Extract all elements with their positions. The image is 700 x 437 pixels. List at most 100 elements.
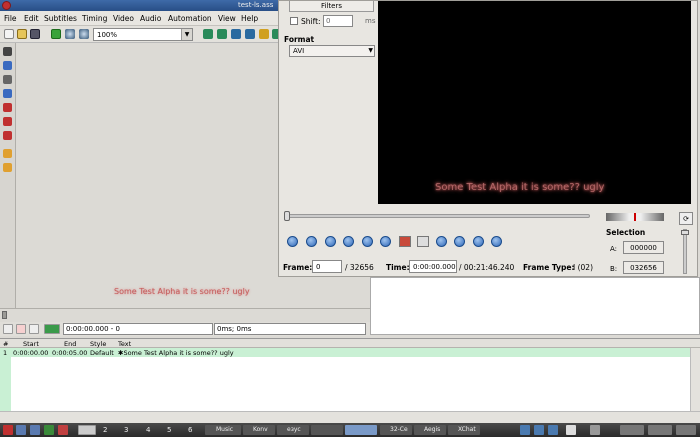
volume-meter[interactable] bbox=[606, 213, 664, 221]
task-aegis[interactable]: Aegis bbox=[414, 425, 446, 435]
nav-next-icon[interactable] bbox=[380, 236, 391, 247]
mark-a-icon[interactable] bbox=[399, 236, 411, 247]
task-4[interactable] bbox=[311, 425, 343, 435]
play-line-icon[interactable] bbox=[16, 324, 26, 334]
dialog-seek-knob[interactable] bbox=[284, 211, 290, 221]
workspace-3[interactable]: 3 bbox=[124, 426, 128, 434]
drag-tool-icon[interactable] bbox=[3, 61, 12, 70]
col-num[interactable]: # bbox=[3, 340, 8, 348]
autoscroll-icon[interactable] bbox=[44, 324, 60, 334]
snap-end-icon[interactable] bbox=[217, 29, 227, 39]
rotate-xy-icon[interactable] bbox=[3, 89, 12, 98]
menu-view[interactable]: View bbox=[218, 14, 236, 23]
format-select[interactable]: AVI ▼ bbox=[289, 45, 375, 57]
task-xchat[interactable]: XChat bbox=[448, 425, 480, 435]
selection-b-button[interactable]: 032656 bbox=[623, 261, 664, 274]
save-icon[interactable] bbox=[30, 29, 40, 39]
frame-input[interactable]: 0 bbox=[312, 260, 342, 273]
menu-automation[interactable]: Automation bbox=[168, 14, 212, 23]
seek-knob[interactable] bbox=[2, 311, 7, 319]
menu-file[interactable]: File bbox=[4, 14, 17, 23]
zoom-in-icon[interactable] bbox=[65, 29, 75, 39]
shift-checkbox[interactable] bbox=[290, 17, 298, 25]
task-3[interactable]: езус bbox=[277, 425, 309, 435]
grid-scrollbar[interactable] bbox=[690, 348, 700, 412]
tray-battery-icon[interactable] bbox=[548, 425, 558, 435]
menu-help[interactable]: Help bbox=[241, 14, 258, 23]
table-row[interactable]: 1 0:00:00.00 0:00:05.00 Default ✱Some Te… bbox=[0, 348, 690, 357]
styles-icon[interactable] bbox=[259, 29, 269, 39]
time-frame-field[interactable]: 0:00:00.000 - 0 bbox=[63, 323, 213, 335]
workspace-2[interactable]: 2 bbox=[103, 426, 107, 434]
open-folder-icon[interactable] bbox=[17, 29, 27, 39]
edit-box[interactable] bbox=[370, 277, 700, 335]
col-text[interactable]: Text bbox=[118, 340, 131, 348]
workspace-5[interactable]: 5 bbox=[167, 426, 171, 434]
nav-prev-key-icon[interactable] bbox=[306, 236, 317, 247]
task-konv[interactable]: Konv bbox=[243, 425, 275, 435]
tray-clock-icon[interactable] bbox=[566, 425, 576, 435]
menu-audio[interactable]: Audio bbox=[140, 14, 161, 23]
col-start[interactable]: Start bbox=[23, 340, 39, 348]
files-icon[interactable] bbox=[16, 425, 26, 435]
nav-first-icon[interactable] bbox=[287, 236, 298, 247]
snap-keyframe-icon[interactable] bbox=[245, 29, 255, 39]
scale-icon[interactable] bbox=[3, 103, 12, 112]
opera-icon[interactable] bbox=[58, 425, 68, 435]
tray-misc-icon[interactable] bbox=[590, 425, 600, 435]
standard-tool-icon[interactable] bbox=[3, 47, 12, 56]
nav-play-icon[interactable] bbox=[362, 236, 373, 247]
workspace-6[interactable]: 6 bbox=[188, 426, 192, 434]
terminal-icon[interactable] bbox=[30, 425, 40, 435]
video-display[interactable] bbox=[17, 43, 277, 308]
task-music[interactable]: Music bbox=[205, 425, 241, 435]
filters-button[interactable]: Filters bbox=[289, 1, 374, 12]
menu-subtitles[interactable]: Subtitles bbox=[44, 14, 77, 23]
vector-clip-icon[interactable] bbox=[3, 131, 12, 140]
tray-3[interactable] bbox=[676, 425, 696, 435]
menu-timing[interactable]: Timing bbox=[82, 14, 107, 23]
tray-2[interactable] bbox=[648, 425, 672, 435]
col-end[interactable]: End bbox=[64, 340, 76, 348]
stop-icon[interactable] bbox=[29, 324, 39, 334]
chevron-down-icon[interactable]: ▼ bbox=[181, 29, 192, 40]
nav-prev-icon[interactable] bbox=[325, 236, 336, 247]
zoom-vertical-slider[interactable] bbox=[681, 229, 689, 274]
offset-field[interactable]: 0ms; 0ms bbox=[214, 323, 366, 335]
jump-icon[interactable] bbox=[51, 29, 61, 39]
snap-scene-icon[interactable] bbox=[231, 29, 241, 39]
zoom-combo[interactable]: 100% ▼ bbox=[93, 28, 193, 41]
mark-b-icon[interactable] bbox=[417, 236, 429, 247]
menu-edit[interactable]: Edit bbox=[24, 14, 39, 23]
nav-last-icon[interactable] bbox=[491, 236, 502, 247]
zoom-slider-knob[interactable] bbox=[681, 230, 689, 235]
close-icon[interactable] bbox=[2, 1, 11, 10]
col-style[interactable]: Style bbox=[90, 340, 106, 348]
tray-1[interactable] bbox=[620, 425, 644, 435]
selection-a-button[interactable]: 000000 bbox=[623, 241, 664, 254]
snap-start-icon[interactable] bbox=[203, 29, 213, 39]
zoom-out-icon[interactable] bbox=[79, 29, 89, 39]
grid-horizontal-scrollbar[interactable] bbox=[0, 411, 700, 423]
time-input[interactable]: 0:00:00.000 bbox=[409, 260, 457, 273]
nav-fwd-icon[interactable] bbox=[473, 236, 484, 247]
desktop-pager-1[interactable] bbox=[78, 425, 96, 435]
refresh-icon[interactable]: ⟳ bbox=[679, 212, 693, 225]
task-active[interactable] bbox=[345, 425, 377, 435]
browser-icon[interactable] bbox=[44, 425, 54, 435]
tray-network-icon[interactable] bbox=[520, 425, 530, 435]
nav-sel-start-icon[interactable] bbox=[436, 236, 447, 247]
task-32ce[interactable]: 32-Ce bbox=[380, 425, 412, 435]
menu-video[interactable]: Video bbox=[113, 14, 134, 23]
shift-input[interactable]: 0 bbox=[323, 15, 353, 27]
clip-icon[interactable] bbox=[3, 117, 12, 126]
nav-sel-end-icon[interactable] bbox=[454, 236, 465, 247]
play-icon[interactable] bbox=[3, 324, 13, 334]
video-seek-slider[interactable] bbox=[0, 308, 370, 320]
tray-volume-icon[interactable] bbox=[534, 425, 544, 435]
realtime-icon[interactable] bbox=[3, 149, 12, 158]
video-preview[interactable]: Some Test Alpha it is some?? ugly bbox=[378, 1, 691, 204]
tip-icon[interactable] bbox=[3, 163, 12, 172]
nav-back-icon[interactable] bbox=[343, 236, 354, 247]
workspace-4[interactable]: 4 bbox=[146, 426, 150, 434]
